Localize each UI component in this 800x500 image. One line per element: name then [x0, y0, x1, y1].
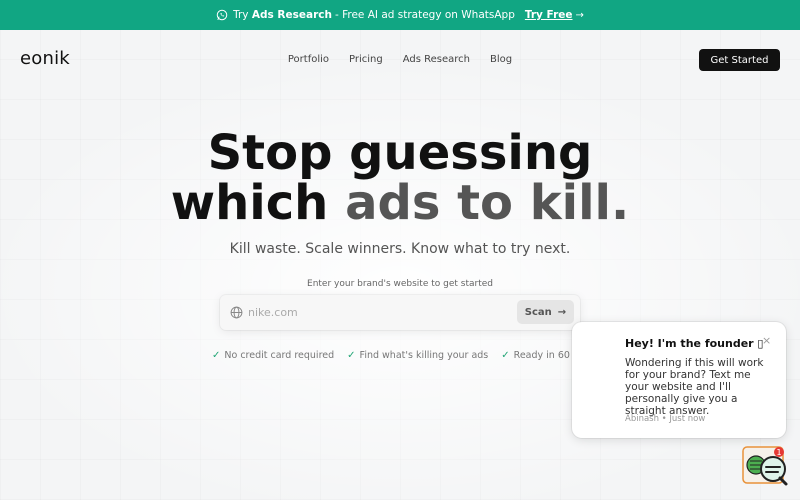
- close-icon[interactable]: ×: [762, 334, 771, 347]
- whatsapp-icon: [216, 9, 228, 21]
- arrow-right-icon: →: [575, 9, 584, 21]
- website-search-box: Scan →: [220, 295, 580, 330]
- feature-text: No credit card required: [224, 350, 335, 361]
- website-input-label: Enter your brand's website to get starte…: [307, 279, 493, 289]
- main-nav: Portfolio Pricing Ads Research Blog: [0, 54, 800, 65]
- feature-item: ✓ Find what's killing your ads: [347, 350, 488, 361]
- scan-button[interactable]: Scan →: [517, 300, 574, 324]
- check-icon: ✓: [501, 350, 510, 361]
- nav-ads-research[interactable]: Ads Research: [403, 54, 470, 65]
- check-icon: ✓: [347, 350, 356, 361]
- try-free-link[interactable]: Try Free: [525, 9, 573, 21]
- nav-portfolio[interactable]: Portfolio: [288, 54, 329, 65]
- hero-subtitle: Kill waste. Scale winners. Know what to …: [229, 241, 571, 257]
- notification-badge: 1: [776, 448, 781, 457]
- hero-headline-line2: which ads to kill.: [0, 178, 800, 228]
- founder-chat-popup: Hey! I'm the founder ▯ × Wondering if th…: [572, 322, 786, 438]
- nav-blog[interactable]: Blog: [490, 54, 512, 65]
- banner-prefix: Try: [233, 9, 249, 21]
- hero-headline-grey: ads to kill.: [345, 175, 630, 231]
- chat-widget-button[interactable]: 1: [742, 445, 790, 487]
- popup-title: Hey! I'm the founder ▯: [625, 337, 764, 350]
- scan-button-label: Scan: [524, 306, 552, 318]
- feature-text: Find what's killing your ads: [359, 350, 489, 361]
- feature-item: ✓ No credit card required: [212, 350, 334, 361]
- nav-pricing[interactable]: Pricing: [349, 54, 383, 65]
- get-started-button[interactable]: Get Started: [699, 49, 780, 71]
- arrow-right-icon: →: [557, 306, 567, 318]
- popup-message: Wondering if this will work for your bra…: [625, 357, 764, 417]
- website-input[interactable]: [248, 303, 508, 322]
- banner-suffix: - Free AI ad strategy on WhatsApp: [334, 9, 515, 21]
- check-icon: ✓: [212, 350, 221, 361]
- hero-headline-line1: Stop guessing: [207, 125, 593, 181]
- announcement-banner: Try Ads Research - Free AI ad strategy o…: [0, 0, 800, 30]
- globe-icon: [230, 306, 243, 319]
- popup-meta: Abinash • Just now: [625, 414, 706, 424]
- banner-highlight: Ads Research: [251, 9, 332, 21]
- feature-list: ✓ No credit card required ✓ Find what's …: [212, 350, 595, 361]
- hero-headline-dark: which: [170, 175, 329, 231]
